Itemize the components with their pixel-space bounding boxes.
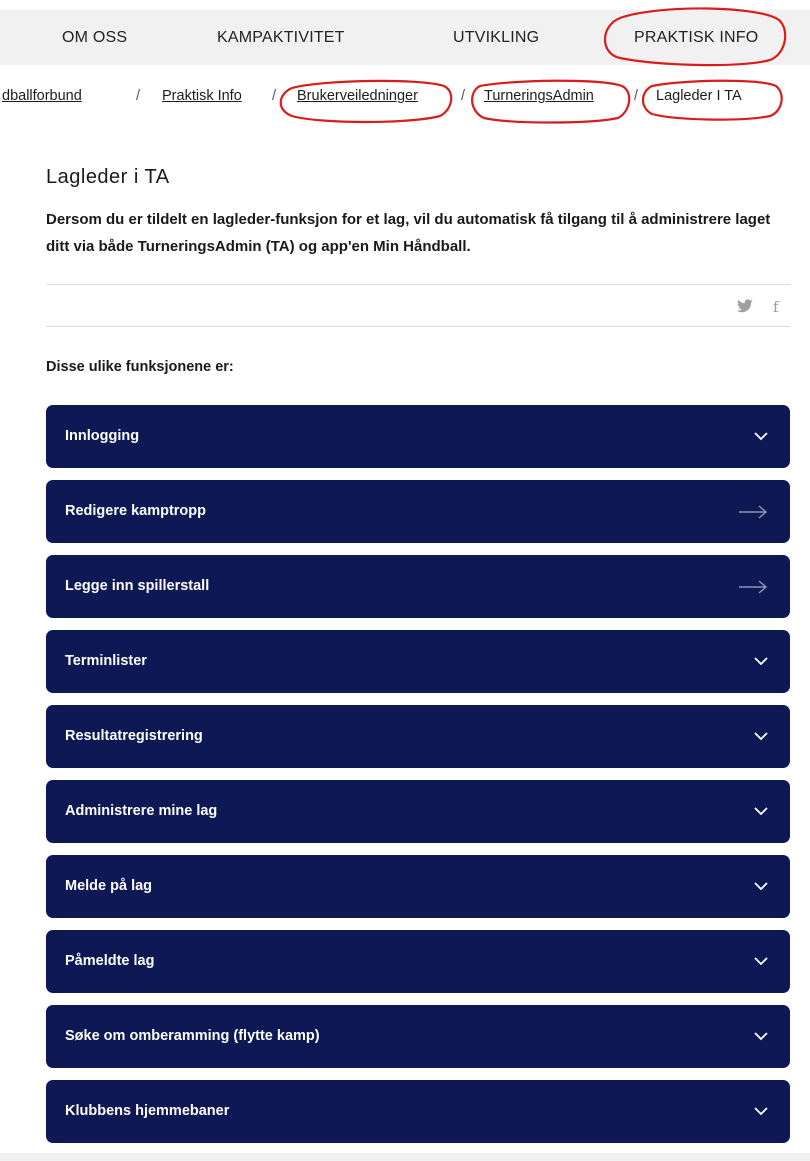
page-title: Lagleder i TA	[46, 166, 170, 188]
accordion-item[interactable]: Redigere kamptropp	[46, 480, 790, 543]
accordion-item-label: Legge inn spillerstall	[65, 578, 210, 594]
functions-subheading: Disse ulike funksjonene er:	[46, 359, 234, 375]
accordion-item[interactable]: Søke om omberamming (flytte kamp)	[46, 1005, 790, 1068]
breadcrumb-separator: /	[272, 88, 277, 104]
accordion-item-label: Resultatregistrering	[65, 728, 203, 744]
accordion-item[interactable]: Administrere mine lag	[46, 780, 790, 843]
accordion-item-label: Administrere mine lag	[65, 803, 218, 819]
facebook-icon[interactable]: f	[773, 299, 779, 315]
top-navigation: OM OSS KAMPAKTIVITET UTVIKLING PRAKTISK …	[0, 0, 810, 80]
twitter-icon-glyph	[737, 299, 753, 313]
chevron-down-icon	[754, 855, 768, 918]
breadcrumb-separator: /	[461, 88, 466, 104]
breadcrumb-separator: /	[136, 88, 141, 104]
breadcrumb-item-forbund[interactable]: dballforbund	[2, 88, 82, 104]
chevron-down-icon	[754, 780, 768, 843]
accordion-item[interactable]: Legge inn spillerstall	[46, 555, 790, 618]
chevron-down-icon	[754, 705, 768, 768]
breadcrumb-item-turneringsadmin[interactable]: TurneringsAdmin	[484, 88, 594, 104]
chevron-down-icon	[754, 630, 768, 693]
accordion-item[interactable]: Resultatregistrering	[46, 705, 790, 768]
breadcrumb-item-brukerveiledninger[interactable]: Brukerveiledninger	[297, 88, 418, 104]
accordion-item-label: Innlogging	[65, 428, 140, 444]
chevron-down-icon	[754, 405, 768, 468]
breadcrumb-item-praktisk-info[interactable]: Praktisk Info	[162, 88, 242, 104]
divider-top	[46, 284, 790, 285]
accordion-item[interactable]: Innlogging	[46, 405, 790, 468]
footer-strip	[0, 1153, 810, 1161]
divider-bottom	[46, 326, 790, 327]
accordion-item-label: Melde på lag	[65, 878, 153, 894]
nav-item-om-oss[interactable]: OM OSS	[62, 10, 127, 65]
chevron-down-icon	[754, 930, 768, 993]
breadcrumb-item-current: Lagleder I TA	[656, 88, 742, 104]
accordion-item[interactable]: Klubbens hjemmebaner	[46, 1080, 790, 1143]
twitter-icon[interactable]	[737, 299, 753, 317]
lead-paragraph: Dersom du er tildelt en lagleder-funksjo…	[46, 211, 771, 255]
accordion-item-label: Terminlister	[65, 653, 147, 669]
accordion-item-label: Klubbens hjemmebaner	[65, 1103, 230, 1119]
nav-item-kampaktivitet[interactable]: KAMPAKTIVITET	[217, 10, 345, 65]
accordion-item-label: Redigere kamptropp	[65, 503, 206, 519]
arrow-right-icon	[738, 480, 768, 543]
arrow-right-icon	[738, 555, 768, 618]
breadcrumb-separator: /	[634, 88, 639, 104]
breadcrumb: dballforbund / Praktisk Info / Brukervei…	[0, 78, 810, 118]
accordion-item[interactable]: Terminlister	[46, 630, 790, 693]
accordion-item-label: Påmeldte lag	[65, 953, 155, 969]
accordion-item-label: Søke om omberamming (flytte kamp)	[65, 1028, 320, 1044]
accordion-item[interactable]: Melde på lag	[46, 855, 790, 918]
nav-item-praktisk-info[interactable]: PRAKTISK INFO	[634, 10, 758, 65]
accordion-item[interactable]: Påmeldte lag	[46, 930, 790, 993]
chevron-down-icon	[754, 1005, 768, 1068]
chevron-down-icon	[754, 1080, 768, 1143]
nav-item-utvikling[interactable]: UTVIKLING	[453, 10, 539, 65]
